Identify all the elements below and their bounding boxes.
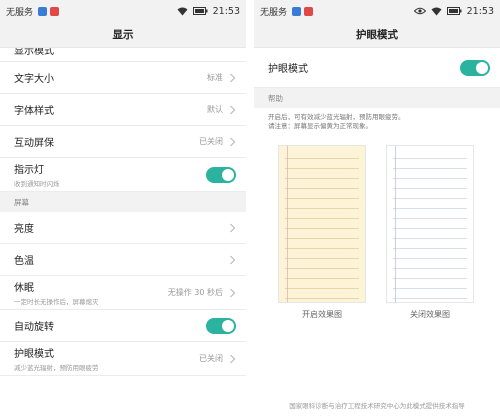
auto-rotate-toggle[interactable] — [206, 317, 236, 334]
chevron-right-icon — [230, 223, 236, 232]
font-size-row[interactable]: 文字大小 标准 — [0, 62, 246, 94]
battery-icon — [446, 7, 462, 15]
preview-off-image — [386, 145, 474, 303]
carrier-label: 无服务 — [260, 7, 288, 18]
help-text: 开启后，可有效减少蓝光辐射，预防用眼疲劳。 请注意：屏幕显示偏黄为正常现象。 — [254, 108, 500, 131]
page-title: 护眼模式 — [254, 22, 500, 48]
carrier-label: 无服务 — [6, 7, 34, 18]
display-mode-row[interactable]: 显示模式 — [0, 48, 246, 62]
eye-comfort-description: 减少蓝光辐射，预防用眼疲劳 — [14, 364, 99, 372]
eye-icon — [413, 7, 426, 15]
brightness-row[interactable]: 亮度 — [0, 212, 246, 244]
preview-comparison: 开启效果图 关闭效果图 — [254, 139, 500, 319]
brightness-label: 亮度 — [14, 224, 34, 235]
app-notification-icon — [50, 6, 60, 16]
page-title: 显示 — [0, 22, 246, 48]
eye-comfort-value: 已关闭 — [199, 354, 223, 363]
eye-comfort-screen: 无服务 21:53 护眼模式 护眼模式 帮助 开启后，可有效减少蓝光辐射，预防用… — [254, 0, 500, 416]
color-temperature-label: 色温 — [14, 256, 34, 267]
sleep-description: 一定时长无操作后，屏幕熄灭 — [14, 298, 99, 306]
app-notification-icon — [38, 6, 48, 16]
wifi-icon — [431, 7, 442, 16]
indicator-light-description: 收到通知时闪烁 — [14, 180, 60, 188]
eye-comfort-row[interactable]: 护眼模式 减少蓝光辐射，预防用眼疲劳 已关闭 — [0, 342, 246, 376]
eye-comfort-toggle-row: 护眼模式 — [254, 48, 500, 88]
eye-comfort-toggle[interactable] — [460, 59, 490, 76]
section-header-help: 帮助 — [254, 88, 500, 108]
font-style-row[interactable]: 字体样式 默认 — [0, 94, 246, 126]
indicator-light-label: 指示灯 — [14, 165, 44, 176]
clock: 21:53 — [466, 5, 494, 17]
indicator-light-row: 指示灯 收到通知时闪烁 — [0, 158, 246, 192]
chevron-right-icon — [230, 105, 236, 114]
chevron-right-icon — [230, 137, 236, 146]
eye-comfort-label: 护眼模式 — [14, 349, 54, 360]
font-style-value: 默认 — [207, 105, 223, 114]
app-notification-icon — [304, 6, 314, 16]
display-settings-screen: 无服务 21:53 显示 显示模式 文字大小 标准 字体样式 默认 互动屏保 已… — [0, 0, 246, 416]
screensaver-label: 互动屏保 — [14, 138, 54, 149]
chevron-right-icon — [230, 288, 236, 297]
auto-rotate-row: 自动旋转 — [0, 310, 246, 342]
help-line: 开启后，可有效减少蓝光辐射，预防用眼疲劳。 — [268, 113, 405, 121]
preview-on-image — [278, 145, 366, 303]
panel-divider — [246, 0, 254, 416]
color-temperature-row[interactable]: 色温 — [0, 244, 246, 276]
footer-note: 国家眼科诊断与治疗工程技术研究中心为此模式提供技术指导 — [289, 402, 465, 410]
status-bar: 无服务 21:53 — [254, 0, 500, 22]
auto-rotate-label: 自动旋转 — [14, 322, 54, 333]
sleep-value: 无操作 30 秒后 — [167, 288, 223, 297]
status-bar: 无服务 21:53 — [0, 0, 246, 22]
sleep-label: 休眠 — [14, 283, 34, 294]
preview-on-caption: 开启效果图 — [302, 310, 342, 319]
font-size-value: 标准 — [207, 73, 223, 82]
clock: 21:53 — [212, 5, 240, 17]
screensaver-value: 已关闭 — [199, 137, 223, 146]
font-size-label: 文字大小 — [14, 74, 54, 85]
display-mode-label: 显示模式 — [14, 48, 54, 57]
wifi-icon — [177, 7, 188, 16]
eye-comfort-toggle-label: 护眼模式 — [268, 64, 308, 75]
font-style-label: 字体样式 — [14, 106, 54, 117]
indicator-light-toggle[interactable] — [206, 166, 236, 183]
screensaver-row[interactable]: 互动屏保 已关闭 — [0, 126, 246, 158]
battery-icon — [192, 7, 208, 15]
section-header-screen: 屏幕 — [0, 192, 246, 212]
chevron-right-icon — [230, 255, 236, 264]
app-notification-icon — [292, 6, 302, 16]
sleep-row[interactable]: 休眠 一定时长无操作后，屏幕熄灭 无操作 30 秒后 — [0, 276, 246, 310]
chevron-right-icon — [230, 73, 236, 82]
help-line: 请注意：屏幕显示偏黄为正常现象。 — [268, 122, 372, 130]
preview-off-caption: 关闭效果图 — [410, 310, 450, 319]
chevron-right-icon — [230, 354, 236, 363]
